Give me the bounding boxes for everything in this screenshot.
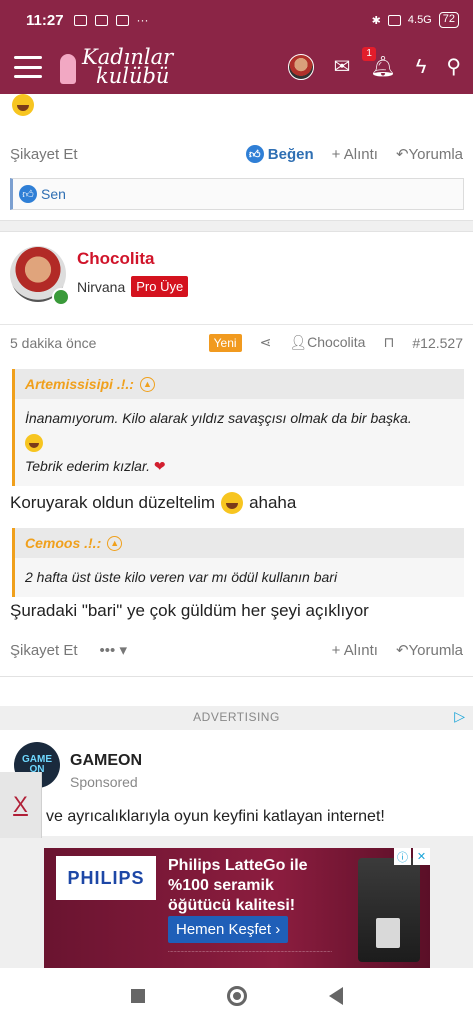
banner-cta-button[interactable]: Hemen Keşfet › (168, 916, 289, 943)
quote-line: Tebrik ederim kızlar. (25, 458, 151, 474)
banner-fine-print: ........................................… (168, 948, 332, 954)
ad-card[interactable]: GAME ON GAMEON Sponsored ve ayrıcalıklar… (0, 730, 473, 836)
author-name[interactable]: Chocolita (77, 249, 188, 269)
lightning-icon[interactable]: ϟ (416, 57, 427, 77)
ad-banner[interactable]: PHILIPS Philips LatteGo ile %100 seramik… (44, 848, 430, 968)
adchoices-icon[interactable]: ▷ (454, 708, 465, 725)
quote-author: Cemoos .!.: (25, 535, 102, 551)
quote-block: Artemissisipi .!.: ▲ İnanamıyorum. Kilo … (12, 369, 464, 486)
post-meta: 5 dakika önce Yeni ⋖ 👤︎Chocolita ⊓ #12.5… (0, 324, 473, 360)
author-rank: Nirvana (77, 278, 126, 295)
menu-icon[interactable] (14, 56, 42, 78)
report-link[interactable]: Şikayet Et (10, 642, 78, 659)
calendar-notification-icon (115, 14, 129, 26)
share-icon[interactable]: ⋖ (260, 334, 272, 351)
back-icon[interactable] (328, 987, 343, 1005)
more-menu[interactable]: ••• ▾ (100, 641, 127, 659)
top-navbar: Kadınlar kulübü ✉ 🔔︎ 1 ϟ ⚲ (0, 40, 473, 94)
laughing-emoji-icon (221, 492, 244, 514)
reaction-label: Sen (41, 186, 66, 202)
quote-header[interactable]: Cemoos .!.: ▲ (15, 528, 464, 558)
quote-block: Cemoos .!.: ▲ 2 hafta üst üste kilo vere… (12, 528, 464, 597)
user-icon: 👤︎ (289, 334, 308, 350)
recents-icon[interactable] (130, 989, 145, 1003)
system-nav-bar (0, 968, 473, 1024)
coffee-machine-image (358, 858, 420, 962)
post-actions: Şikayet Et ••• ▾ + Alıntı ↶Yorumla (0, 635, 473, 665)
battery-icon: 72 (438, 12, 459, 28)
logo-dress-icon (60, 54, 76, 84)
reply-button[interactable]: ↶Yorumla (396, 145, 463, 163)
info-icon[interactable]: ⓘ (394, 848, 411, 865)
ad-sponsored: Sponsored (70, 774, 138, 790)
ad-brand: GAMEON (70, 752, 142, 769)
reactions-bar[interactable]: 👍︎ Sen (10, 178, 464, 210)
status-system-icons: ✱ 4.5G 72 (372, 12, 459, 28)
thumbs-up-icon: 👍︎ (245, 145, 264, 163)
close-icon[interactable]: ✕ (413, 848, 430, 865)
post-number[interactable]: #12.527 (412, 335, 463, 351)
status-time: 11:27 (26, 11, 64, 29)
notification-badge: 1 (362, 47, 376, 61)
post-separator (0, 220, 473, 232)
online-status-icon (52, 288, 70, 306)
ad-close-button[interactable]: X (0, 772, 42, 838)
laughing-emoji-icon (25, 434, 43, 453)
quote-body: İnanamıyorum. Kilo alarak yıldız savaşçı… (15, 399, 464, 486)
ad-label: ADVERTISING (193, 710, 280, 724)
like-button[interactable]: 👍︎ Beğen (245, 145, 314, 163)
mail-icon[interactable]: ✉ (334, 57, 351, 77)
reply-button[interactable]: ↶Yorumla (396, 641, 463, 659)
pro-member-badge: Pro Üye (131, 276, 189, 297)
report-link[interactable]: Şikayet Et (10, 146, 78, 163)
quote-body: 2 hafta üst üste kilo veren var mı ödül … (15, 558, 464, 597)
volte-icon (387, 14, 401, 26)
arrow-up-icon: ▲ (139, 376, 155, 392)
thumbs-up-icon: 👍︎ (19, 185, 37, 203)
post-text: Koruyarak oldun düzeltelim ahaha (10, 492, 297, 514)
more-notifications-icon: ··· (136, 13, 149, 27)
reply-icon: ↶ (395, 642, 409, 659)
signal-icon: 4.5G (407, 14, 432, 26)
site-logo[interactable]: Kadınlar kulübü (60, 47, 173, 87)
bookmark-icon[interactable]: ⊓ (383, 334, 394, 351)
chevron-down-icon: ▾ (119, 642, 127, 659)
philips-logo: PHILIPS (56, 856, 156, 900)
post-separator (0, 676, 473, 706)
message-notification-icon (73, 14, 87, 26)
quote-header[interactable]: Artemissisipi .!.: ▲ (15, 369, 464, 399)
ad-text: ve ayrıcalıklarıyla oyun keyfini katlaya… (46, 808, 385, 825)
bluetooth-icon: ✱ (371, 14, 381, 27)
quote-line: İnanamıyorum. Kilo alarak yıldız savaşçı… (25, 410, 412, 426)
reply-icon: ↶ (395, 146, 409, 163)
quote-author: Artemissisipi .!.: (25, 376, 134, 392)
status-bar: 11:27 ··· ✱ 4.5G 72 (0, 0, 473, 40)
quote-line: 2 hafta üst üste kilo veren var mı ödül … (25, 569, 338, 585)
new-badge: Yeni (208, 333, 242, 352)
home-icon[interactable] (226, 986, 247, 1006)
author-avatar[interactable] (10, 246, 70, 306)
author-ref[interactable]: 👤︎Chocolita (289, 334, 365, 351)
user-avatar[interactable] (287, 54, 314, 80)
status-notification-icons: ··· (73, 13, 149, 27)
post-text: Şuradaki "bari" ye çok güldüm her şeyi a… (10, 601, 369, 620)
mail-notification-icon (94, 14, 108, 26)
quote-button[interactable]: + Alıntı (332, 146, 378, 163)
advertisement: ADVERTISING ▷ GAME ON GAMEON Sponsored v… (0, 706, 473, 968)
post-time[interactable]: 5 dakika önce (10, 335, 96, 351)
search-icon[interactable]: ⚲ (446, 57, 461, 77)
banner-title: Philips LatteGo ile %100 seramik öğütücü… (168, 857, 308, 914)
prev-post-actions: Şikayet Et 👍︎ Beğen + Alıntı ↶Yorumla (0, 139, 473, 169)
bell-icon[interactable]: 🔔︎ 1 (362, 47, 396, 77)
laughing-emoji-icon (12, 94, 34, 116)
arrow-up-icon: ▲ (107, 535, 123, 551)
quote-button[interactable]: + Alıntı (332, 642, 378, 659)
heart-icon: ❤ (153, 458, 166, 474)
post-author: Chocolita Nirvana Pro Üye (10, 246, 189, 306)
ad-controls: ⓘ ✕ (394, 848, 430, 865)
